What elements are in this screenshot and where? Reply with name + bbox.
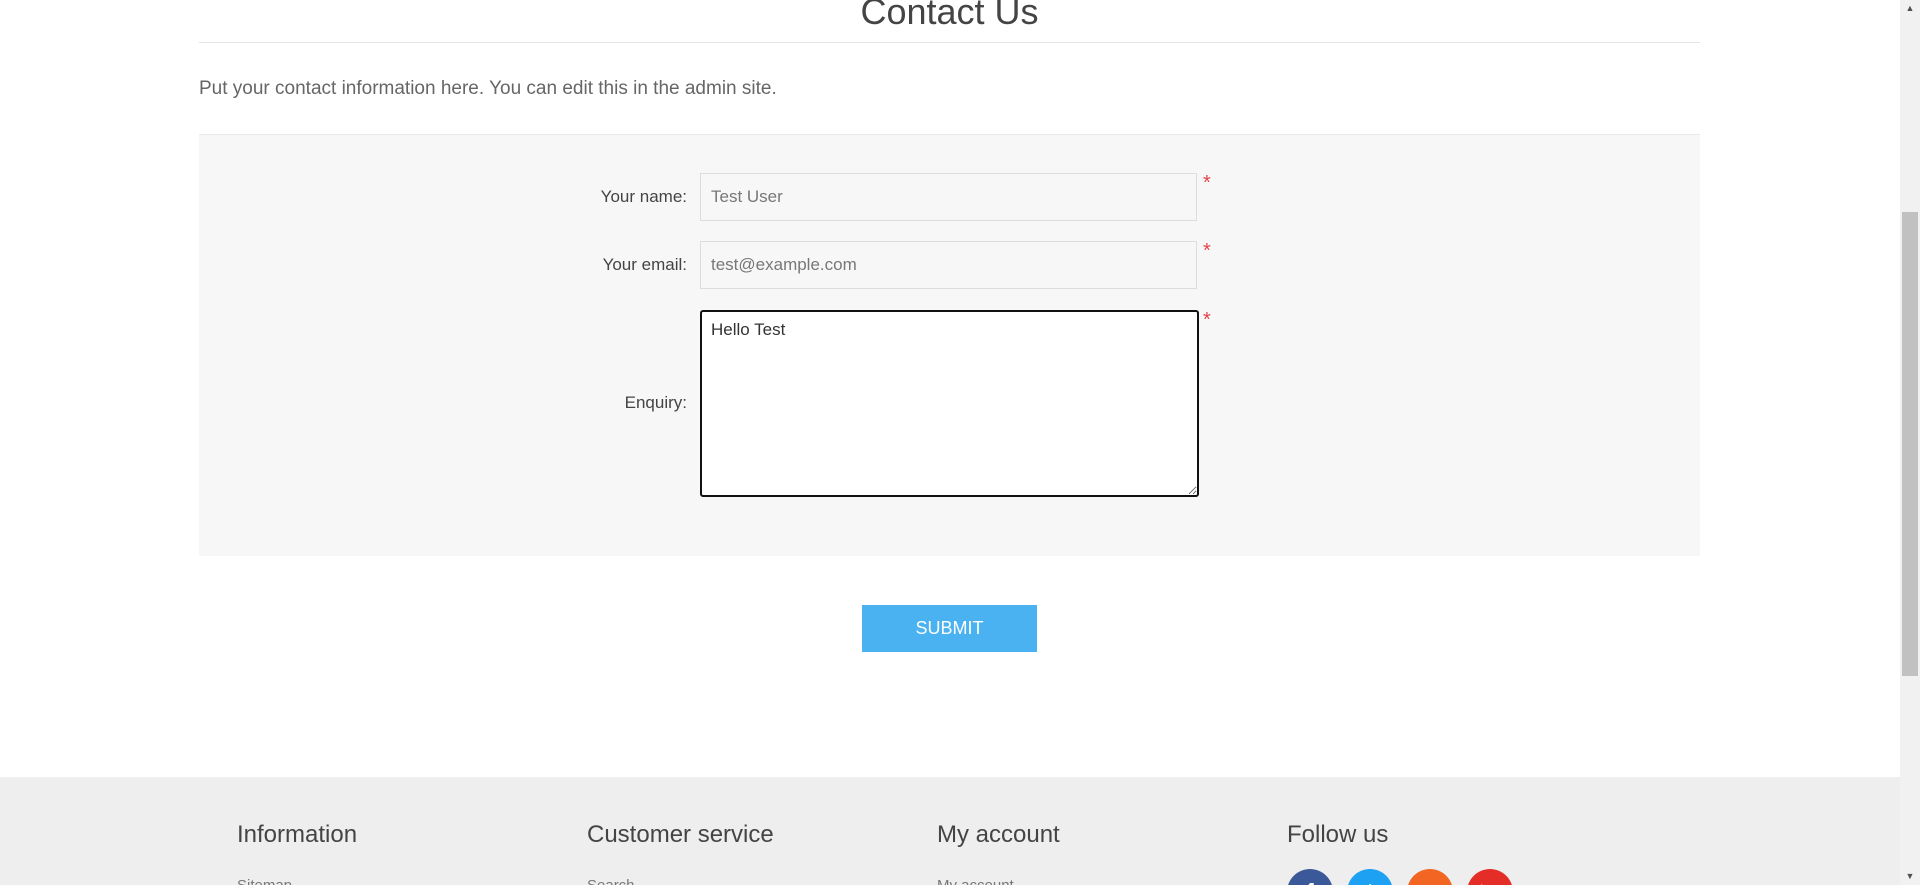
submit-button[interactable]: SUBMIT xyxy=(862,605,1037,652)
email-required-marker: * xyxy=(1203,240,1211,262)
footer-customer-service-title: Customer service xyxy=(587,821,774,848)
footer-my-account-title: My account xyxy=(937,821,1060,848)
enquiry-label: Enquiry: xyxy=(624,393,687,412)
email-label: Your email: xyxy=(602,255,687,274)
footer-link-sitemap[interactable]: Sitemap xyxy=(237,877,292,885)
footer-link-search[interactable]: Search xyxy=(587,877,635,885)
footer-link-my-account[interactable]: My account xyxy=(937,877,1014,885)
scroll-up-arrow-icon[interactable]: ▲ xyxy=(1900,0,1920,17)
footer: Information Sitemap Customer service Sea… xyxy=(0,777,1900,885)
facebook-icon[interactable]: f xyxy=(1287,869,1333,885)
contact-form: Your name: * Your email: * Enquiry: * xyxy=(199,134,1700,556)
scrollbar-thumb[interactable] xyxy=(1902,212,1918,676)
name-label: Your name: xyxy=(600,187,687,206)
youtube-icon[interactable]: ▶ xyxy=(1467,869,1513,885)
name-required-marker: * xyxy=(1203,172,1211,194)
vertical-scrollbar[interactable]: ▲ ▼ xyxy=(1900,0,1920,885)
footer-follow-us-title: Follow us xyxy=(1287,821,1389,848)
contact-info-text: Put your contact information here. You c… xyxy=(199,78,777,99)
page-title: Contact Us xyxy=(860,0,1039,32)
twitter-icon[interactable]: t xyxy=(1347,869,1393,885)
email-input[interactable] xyxy=(700,241,1197,289)
enquiry-required-marker: * xyxy=(1203,309,1211,331)
enquiry-textarea[interactable] xyxy=(700,310,1199,497)
rss-icon[interactable]: r xyxy=(1407,869,1453,885)
title-divider xyxy=(199,42,1700,43)
name-input[interactable] xyxy=(700,173,1197,221)
scroll-down-arrow-icon[interactable]: ▼ xyxy=(1900,868,1920,885)
footer-information-title: Information xyxy=(237,821,358,848)
page: Contact Us Put your contact information … xyxy=(0,0,1920,885)
